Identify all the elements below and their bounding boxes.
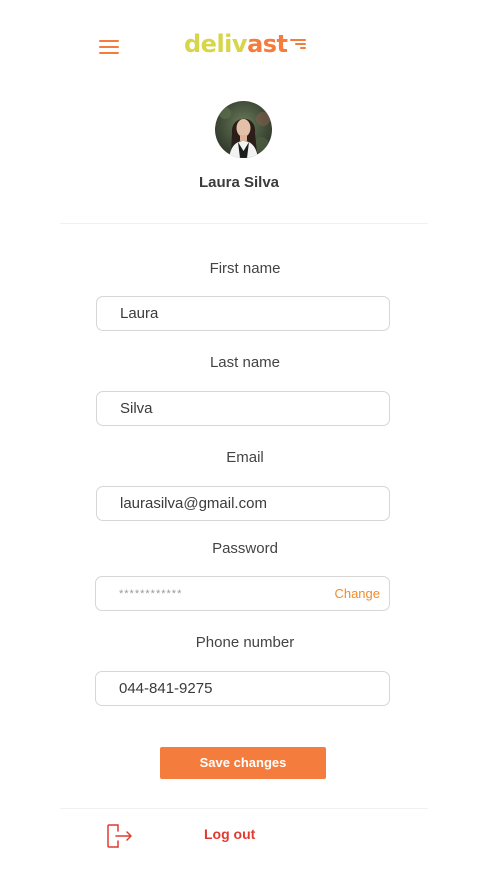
user-avatar-photo-icon: [215, 101, 272, 158]
phone-label: Phone number: [195, 634, 295, 651]
email-label: Email: [226, 449, 264, 466]
email-field: [96, 486, 390, 521]
phone-input[interactable]: [96, 672, 389, 705]
change-password-link[interactable]: Change: [334, 577, 380, 610]
user-avatar[interactable]: [215, 101, 272, 158]
logout-label: Log out: [204, 826, 256, 842]
logo-text-accent: ast: [247, 30, 288, 58]
password-label: Password: [212, 540, 278, 557]
logout-button[interactable]: Log out: [106, 820, 266, 850]
password-field[interactable]: ************ Change: [95, 576, 390, 611]
hamburger-menu-icon[interactable]: [99, 40, 119, 54]
phone-field: [95, 671, 390, 706]
header-divider: [60, 223, 428, 224]
first-name-label: First name: [209, 260, 281, 277]
email-input[interactable]: [97, 487, 389, 520]
speed-lines-icon: [289, 38, 306, 50]
last-name-label: Last name: [209, 354, 281, 371]
profile-name: Laura Silva: [198, 174, 280, 191]
logo-text-primary: deliv: [184, 30, 248, 58]
last-name-field: [96, 391, 390, 426]
footer-divider: [60, 808, 428, 809]
first-name-input[interactable]: [97, 297, 389, 330]
first-name-field: [96, 296, 390, 331]
last-name-input[interactable]: [97, 392, 389, 425]
app-logo[interactable]: deliv ast: [184, 28, 306, 60]
password-masked-value: ************: [119, 588, 183, 600]
save-changes-button[interactable]: Save changes: [160, 747, 326, 779]
logout-icon: [107, 824, 132, 848]
